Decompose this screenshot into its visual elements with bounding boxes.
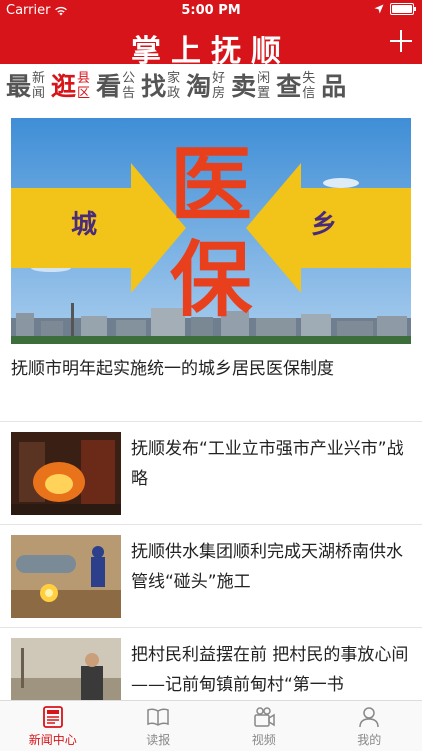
channel-small-char: 政	[167, 86, 180, 101]
news-item[interactable]: 抚顺供水集团顺利完成天湖桥南供水管线“碰头”施工	[0, 525, 422, 629]
channel-small-char: 房	[212, 86, 225, 101]
location-arrow-icon	[374, 4, 384, 14]
newspaper-icon	[41, 705, 65, 729]
open-book-icon	[146, 705, 170, 729]
channel-small-char: 好	[212, 71, 225, 86]
channel-small-char: 信	[302, 86, 315, 101]
news-thumbnail-factory	[11, 432, 121, 515]
status-right-icons	[374, 3, 414, 15]
add-plus-icon[interactable]	[388, 28, 414, 54]
channel-credit-check[interactable]: 查 失 信	[276, 71, 315, 101]
channel-big-char: 找	[141, 74, 166, 99]
news-thumbnail-pipeline	[11, 535, 121, 618]
channel-small-char: 家	[167, 71, 180, 86]
channel-small-char: 公	[122, 71, 135, 86]
channel-small-char: 县	[77, 71, 90, 86]
channel-small-char: 闻	[32, 86, 45, 101]
news-title: 把村民利益摆在前 把村民的事放心间——记前甸镇前甸村“第一书	[131, 640, 411, 700]
tab-news-center[interactable]: 新闻中心	[0, 701, 106, 751]
channel-small-chars: 好 房	[212, 71, 225, 101]
channel-housekeeping[interactable]: 找 家 政	[141, 71, 180, 101]
channel-counties[interactable]: 逛 县 区	[51, 71, 90, 101]
channel-small-char: 告	[122, 86, 135, 101]
channel-housing[interactable]: 淘 好 房	[186, 71, 225, 101]
channel-small-char: 新	[32, 71, 45, 86]
channel-notices[interactable]: 看 公 告	[96, 71, 135, 101]
channel-big-char: 查	[276, 74, 301, 99]
news-title: 抚顺供水集团顺利完成天湖桥南供水管线“碰头”施工	[131, 537, 411, 597]
channel-small-chars: 闲 置	[257, 71, 270, 101]
tab-read-paper[interactable]: 读报	[106, 701, 212, 751]
person-icon	[357, 705, 381, 729]
hero-image[interactable]: 城 乡 医 保	[11, 118, 411, 344]
status-time: 5:00 PM	[0, 3, 422, 18]
channel-big-char: 淘	[186, 74, 211, 99]
tab-label: 视频	[252, 731, 276, 748]
channel-big-char: 最	[6, 74, 31, 99]
video-camera-icon	[252, 705, 276, 729]
channel-small-char: 失	[302, 71, 315, 86]
news-title: 抚顺发布“工业立市强市产业兴市”战略	[131, 434, 411, 494]
channel-small-chars: 新 闻	[32, 71, 45, 101]
channel-small-chars: 家 政	[167, 71, 180, 101]
channel-big-char: 卖	[231, 74, 256, 99]
hero-illustration: 城 乡 医 保	[11, 118, 411, 344]
tab-label: 我的	[357, 731, 381, 748]
channel-secondhand[interactable]: 卖 闲 置	[231, 71, 270, 101]
channel-small-chars: 失 信	[302, 71, 315, 101]
channel-strip[interactable]: 最 新 闻 逛 县 区 看 公 告 找 家 政 淘 好 房 卖	[0, 64, 422, 108]
hero-big-word-top: 医	[170, 137, 252, 233]
tab-label: 新闻中心	[29, 731, 77, 748]
tab-video[interactable]: 视频	[211, 701, 317, 751]
hero-headline[interactable]: 抚顺市明年起实施统一的城乡居民医保制度	[11, 357, 411, 381]
channel-small-chars: 公 告	[122, 71, 135, 101]
hero-big-word-bottom: 保	[170, 232, 253, 328]
bottom-tab-bar: 新闻中心 读报 视频 我的	[0, 700, 422, 751]
channel-big-char: 看	[96, 74, 121, 99]
battery-icon	[390, 3, 414, 15]
channel-small-chars: 县 区	[77, 71, 90, 101]
news-item[interactable]: 抚顺发布“工业立市强市产业兴市”战略	[0, 422, 422, 526]
status-bar: Carrier 5:00 PM	[0, 0, 422, 22]
channel-small-char: 区	[77, 86, 90, 101]
channel-more[interactable]: 品	[321, 74, 346, 99]
channel-big-char: 品	[321, 74, 346, 99]
app-header: 掌上抚顺	[0, 22, 422, 64]
hero-left-word: 城	[71, 210, 97, 240]
channel-small-char: 闲	[257, 71, 270, 86]
channel-latest-news[interactable]: 最 新 闻	[6, 71, 45, 101]
channel-big-char: 逛	[51, 74, 76, 99]
tab-mine[interactable]: 我的	[317, 701, 422, 751]
hero-right-word: 乡	[311, 210, 337, 240]
tab-label: 读报	[146, 731, 170, 748]
channel-small-char: 置	[257, 86, 270, 101]
